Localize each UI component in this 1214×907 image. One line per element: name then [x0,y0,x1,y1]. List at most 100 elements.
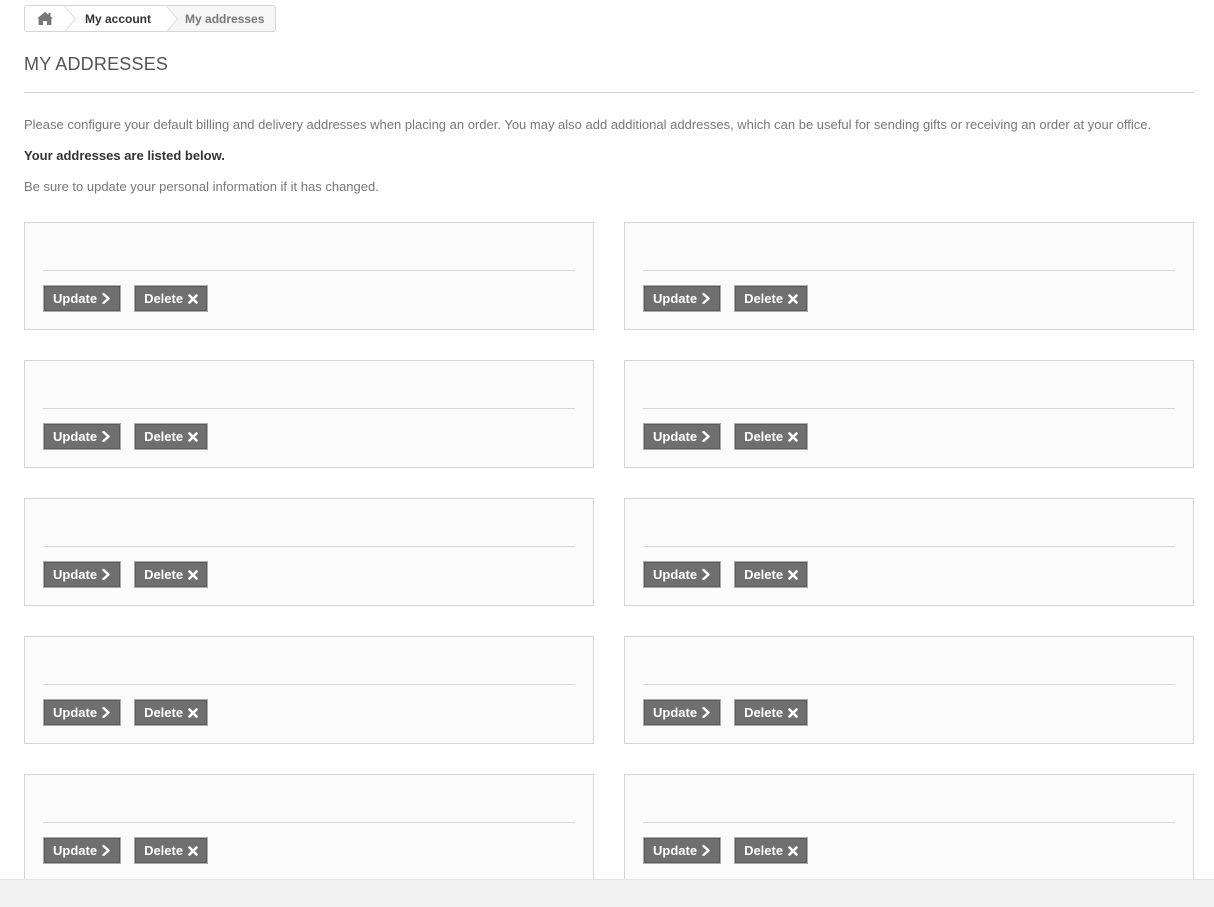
delete-button[interactable]: Delete [134,699,209,726]
update-button[interactable]: Update [643,837,722,864]
address-actions: Update Delete [643,285,809,312]
update-button-label: Update [53,429,98,444]
chevron-right-icon [102,569,111,580]
close-icon [188,707,198,718]
address-box: Update Delete [624,636,1194,744]
address-actions: Update Delete [643,423,809,450]
update-button[interactable]: Update [43,423,122,450]
address-list: Update Delete Update Delete Update Delet… [24,222,1194,882]
update-button[interactable]: Update [643,561,722,588]
chevron-right-icon [702,845,711,856]
delete-button[interactable]: Delete [734,561,809,588]
delete-button-label: Delete [144,843,184,858]
chevron-right-icon [702,569,711,580]
delete-button-label: Delete [144,429,184,444]
address-box: Update Delete [624,222,1194,330]
address-box: Update Delete [24,498,594,606]
address-divider [43,408,575,409]
update-button-label: Update [53,705,98,720]
breadcrumb-my-account[interactable]: My account [65,6,168,31]
address-box: Update Delete [624,360,1194,468]
delete-button[interactable]: Delete [134,423,209,450]
address-box: Update Delete [624,498,1194,606]
update-button[interactable]: Update [43,285,122,312]
close-icon [788,293,798,304]
delete-button[interactable]: Delete [734,285,809,312]
delete-button-label: Delete [744,705,784,720]
chevron-right-icon [702,293,711,304]
breadcrumb: My account My addresses [24,5,277,32]
address-box: Update Delete [24,636,594,744]
close-icon [788,569,798,580]
page: My account My addresses MY ADDRESSES Ple… [0,0,1214,907]
address-actions: Update Delete [43,423,209,450]
delete-button[interactable]: Delete [734,423,809,450]
delete-button-label: Delete [744,291,784,306]
address-actions: Update Delete [643,699,809,726]
close-icon [788,845,798,856]
update-button[interactable]: Update [643,699,722,726]
update-button-label: Update [653,567,698,582]
breadcrumb-home[interactable] [25,6,65,31]
home-icon [37,12,53,25]
delete-button-label: Delete [144,705,184,720]
delete-button-label: Delete [744,567,784,582]
delete-button[interactable]: Delete [134,837,209,864]
update-button-label: Update [653,429,698,444]
divider [24,92,1194,93]
chevron-right-icon [702,707,711,718]
update-button[interactable]: Update [43,837,122,864]
update-button[interactable]: Update [43,699,122,726]
close-icon [188,293,198,304]
delete-button[interactable]: Delete [734,699,809,726]
chevron-right-icon [102,293,111,304]
delete-button[interactable]: Delete [134,561,209,588]
address-actions: Update Delete [643,561,809,588]
close-icon [788,431,798,442]
address-actions: Update Delete [643,837,809,864]
update-button-label: Update [653,705,698,720]
delete-button[interactable]: Delete [134,285,209,312]
address-box: Update Delete [624,774,1194,882]
address-actions: Update Delete [43,561,209,588]
address-divider [43,822,575,823]
update-button-label: Update [53,843,98,858]
chevron-right-icon [102,845,111,856]
close-icon [188,431,198,442]
close-icon [788,707,798,718]
delete-button-label: Delete [744,843,784,858]
chevron-right-icon [102,431,111,442]
update-info-text: Be sure to update your personal informat… [24,179,379,194]
info-text: Please configure your default billing an… [24,117,1152,132]
delete-button[interactable]: Delete [734,837,809,864]
delete-button-label: Delete [144,291,184,306]
address-box: Update Delete [24,360,594,468]
address-divider [43,270,575,271]
addresses-listed-text: Your addresses are listed below. [24,148,225,163]
address-box: Update Delete [24,222,594,330]
address-divider [643,546,1175,547]
address-divider [643,822,1175,823]
address-actions: Update Delete [43,837,209,864]
chevron-right-icon [102,707,111,718]
update-button[interactable]: Update [43,561,122,588]
page-title: MY ADDRESSES [24,54,169,74]
update-button-label: Update [653,843,698,858]
update-button-label: Update [53,291,98,306]
bottom-bar [0,879,1214,907]
delete-button-label: Delete [744,429,784,444]
update-button[interactable]: Update [643,423,722,450]
address-divider [643,408,1175,409]
chevron-right-icon [702,431,711,442]
close-icon [188,569,198,580]
update-button-label: Update [653,291,698,306]
breadcrumb-current: My addresses [167,6,276,31]
address-divider [643,270,1175,271]
delete-button-label: Delete [144,567,184,582]
address-divider [43,684,575,685]
close-icon [188,845,198,856]
update-button[interactable]: Update [643,285,722,312]
address-actions: Update Delete [43,699,209,726]
address-box: Update Delete [24,774,594,882]
address-actions: Update Delete [43,285,209,312]
